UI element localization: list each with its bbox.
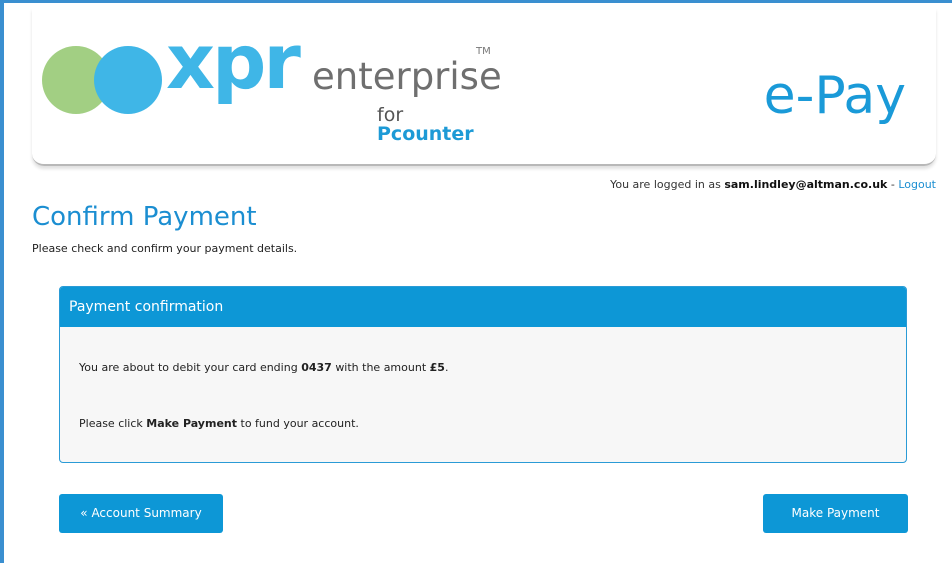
logo-enterprise-text: enterprise [312,55,502,98]
logo-pcounter-text: Pcounter [377,123,474,145]
logo-blue-circle-icon [94,46,162,114]
card-last4: 0437 [301,361,332,374]
login-user: sam.lindley@altman.co.uk [724,178,888,191]
login-separator: - [890,178,895,191]
xpr-enterprise-logo: xpr enterprise TM for Pcounter [42,24,502,146]
prompt-text-end: to fund your account. [240,417,359,430]
logo-for-pcounter: for Pcounter [377,106,502,144]
debit-text-start: You are about to debit your card ending [79,361,298,374]
prompt-text-start: Please click [79,417,143,430]
page-subtitle: Please check and confirm your payment de… [32,242,298,255]
prompt-action: Make Payment [146,417,237,430]
logo-trademark: TM [476,46,491,57]
login-status: You are logged in as sam.lindley@altman.… [610,178,936,191]
debit-text-end: . [444,361,449,374]
product-title: e-Pay [763,66,906,126]
logout-link[interactable]: Logout [898,178,936,191]
payment-prompt: Please click Make Payment to fund your a… [79,417,359,430]
login-prefix: You are logged in as [610,178,721,191]
panel-header: Payment confirmation [60,287,906,327]
logo-xpr-text: xpr [166,17,301,106]
make-payment-button[interactable]: Make Payment [763,494,908,533]
page-header: xpr enterprise TM for Pcounter e-Pay [32,8,936,166]
payment-confirmation-panel: Payment confirmation You are about to de… [59,286,907,463]
debit-summary: You are about to debit your card ending … [79,361,448,374]
account-summary-button[interactable]: « Account Summary [59,494,223,533]
debit-text-mid: with the amount [335,361,427,374]
page-title: Confirm Payment [32,202,257,232]
payment-amount: £5 [429,361,445,374]
